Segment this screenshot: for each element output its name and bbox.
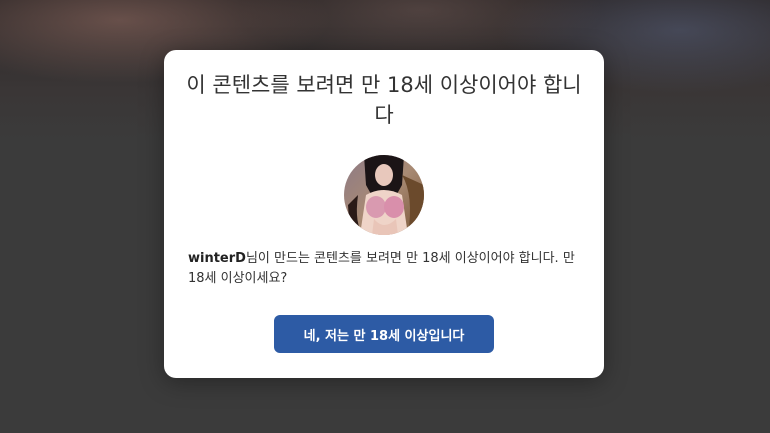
avatar-image [344,155,424,235]
message-text: 님이 만드는 콘텐츠를 보려면 만 18세 이상이어야 합니다. 만 18세 이… [188,251,575,286]
age-requirement-message: winterD님이 만드는 콘텐츠를 보려면 만 18세 이상이어야 합니다. … [188,249,580,289]
confirm-age-button[interactable]: 네, 저는 만 18세 이상입니다 [274,315,494,353]
creator-avatar [344,155,424,235]
creator-name: winterD [188,251,246,266]
age-verification-dialog: 이 콘텐츠를 보려면 만 18세 이상이어야 합니다 winterD님이 만드는… [164,50,604,378]
dialog-title: 이 콘텐츠를 보려면 만 18세 이상이어야 합니다 [186,73,582,127]
